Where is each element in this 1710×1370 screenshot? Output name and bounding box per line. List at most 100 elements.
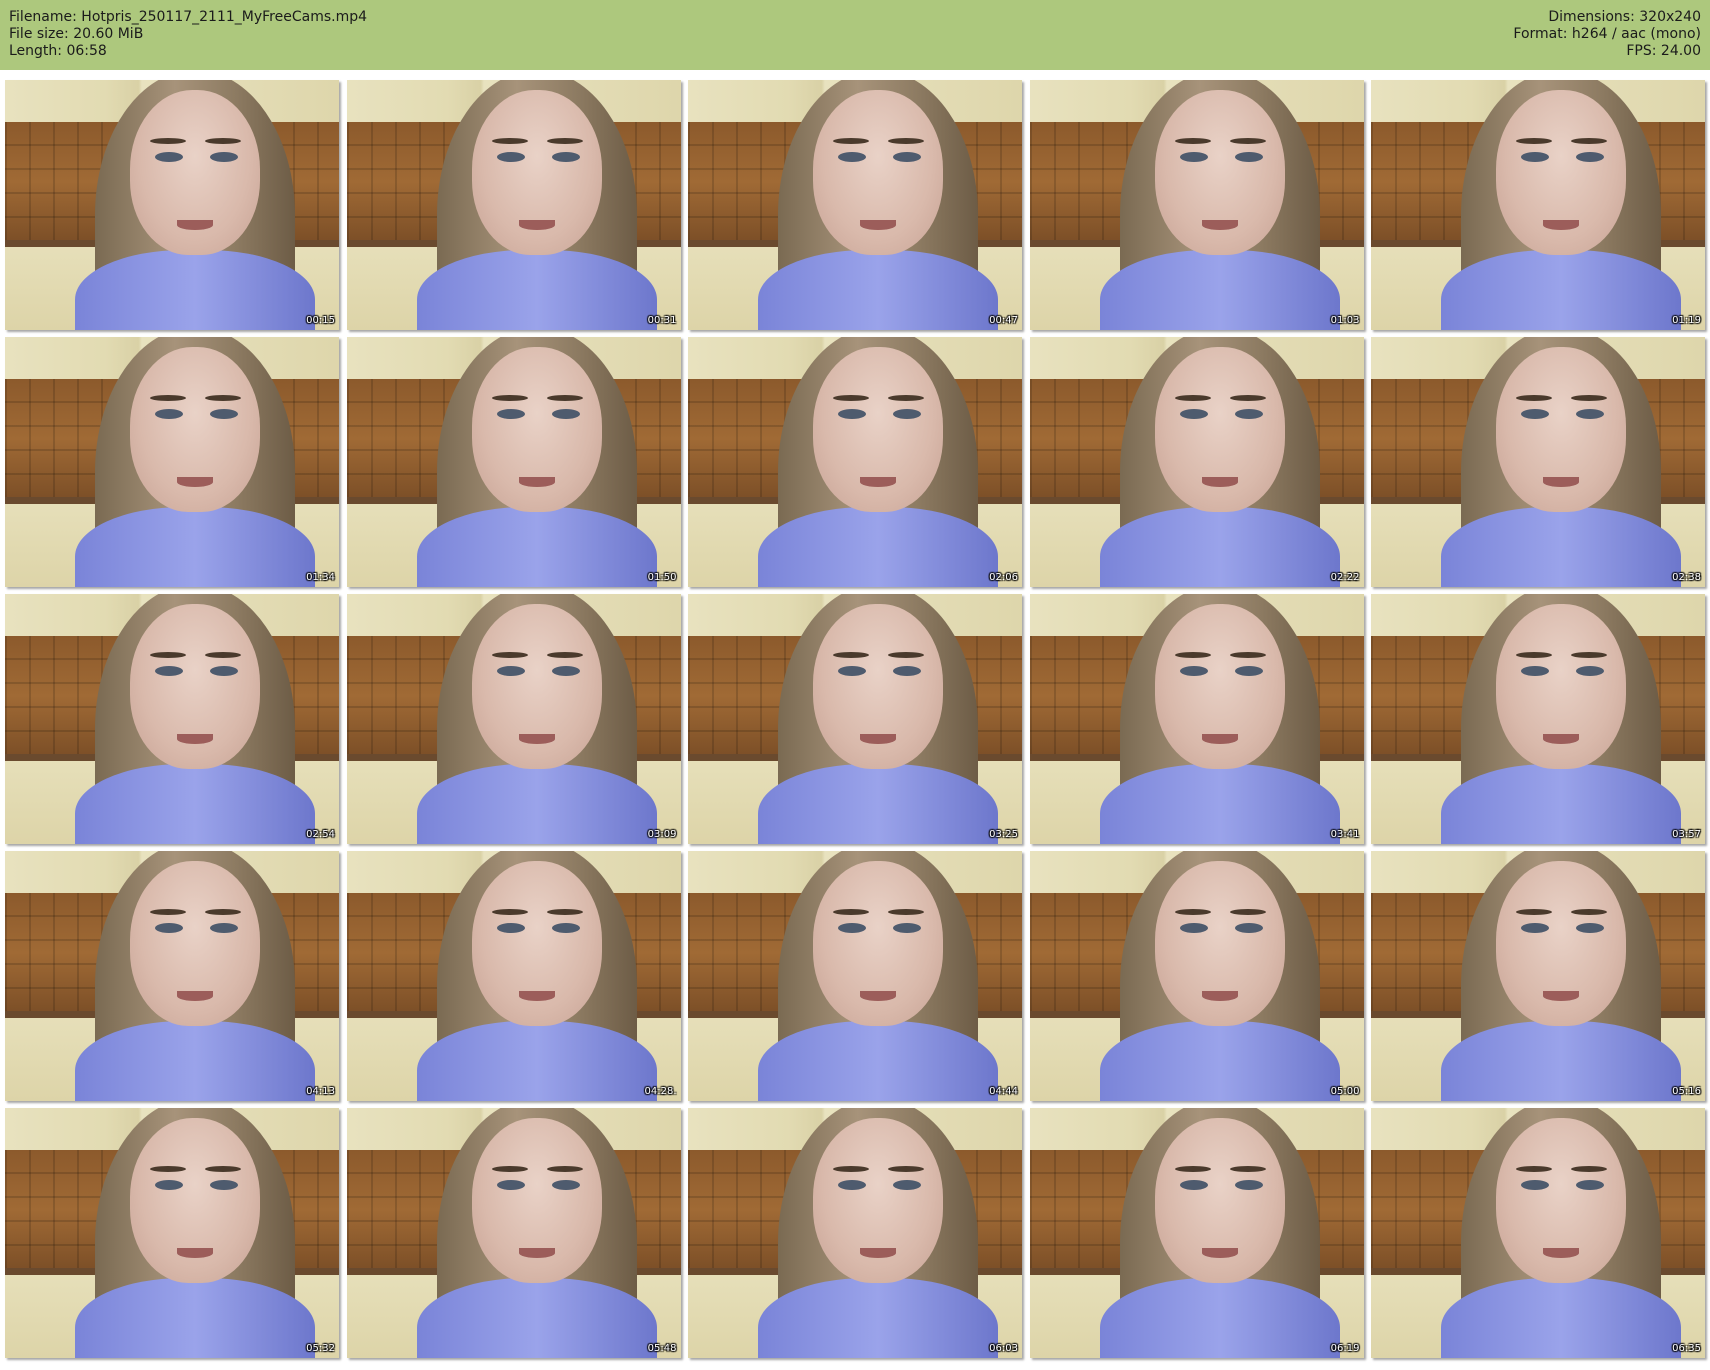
thumbnail-brow-right — [1571, 395, 1607, 401]
thumbnail-eye-left — [1179, 152, 1208, 162]
thumbnail-eye-right — [1576, 666, 1604, 676]
thumbnail-person-face — [471, 604, 602, 769]
thumbnail-eye-right — [551, 409, 580, 419]
thumbnail-person-face — [471, 861, 602, 1026]
video-thumbnail: 06:03 — [688, 1108, 1022, 1358]
thumbnail-eye-right — [551, 152, 580, 162]
thumbnail-timestamp: 05:48 — [647, 1343, 677, 1354]
thumbnail-eye-right — [893, 152, 921, 162]
thumbnail-timestamp: 00:47 — [989, 315, 1018, 326]
thumbnail-eye-right — [1234, 409, 1263, 419]
thumbnail-person-face — [1154, 90, 1285, 255]
thumbnail-eye-left — [155, 923, 183, 933]
video-thumbnail: 03:09 — [346, 594, 681, 844]
thumbnail-brow-left — [150, 138, 186, 144]
thumbnail-eye-left — [496, 923, 525, 933]
thumbnail-brow-left — [1516, 1166, 1552, 1172]
thumbnail-person-shirt — [1099, 250, 1340, 330]
thumbnail-person-shirt — [75, 507, 315, 587]
thumbnail-timestamp: 01:50 — [647, 572, 677, 583]
video-thumbnail: 03:25 — [688, 594, 1022, 844]
thumbnail-brow-left — [833, 395, 869, 401]
thumbnail-timestamp: 05:00 — [1330, 1086, 1360, 1097]
thumbnail-brow-left — [1516, 395, 1552, 401]
thumbnail-brow-left — [1516, 138, 1552, 144]
video-thumbnail: 01:34 — [5, 337, 339, 587]
thumbnail-eye-left — [838, 152, 866, 162]
thumbnail-person-shirt — [75, 764, 315, 844]
thumbnail-person-face — [1496, 604, 1626, 769]
video-thumbnail: 03:57 — [1371, 594, 1705, 844]
thumbnail-grid: 00:15 00:31 00:47 01:03 01:19 01:34 01:50 02:06… — [5, 80, 1705, 1365]
thumbnail-eye-left — [838, 1180, 866, 1190]
thumbnail-timestamp: 03:25 — [989, 829, 1018, 840]
video-thumbnail: 05:16 — [1371, 851, 1705, 1101]
video-thumbnail: 01:19 — [1371, 80, 1705, 330]
thumbnail-mouth — [860, 220, 896, 230]
thumbnail-brow-right — [888, 1166, 924, 1172]
thumbnail-brow-right — [546, 909, 583, 915]
thumbnail-brow-right — [1571, 138, 1607, 144]
thumbnail-brow-left — [1174, 1166, 1211, 1172]
thumbnail-person-shirt — [416, 250, 657, 330]
thumbnail-person-face — [130, 1118, 260, 1283]
thumbnail-mouth — [177, 220, 213, 230]
thumbnail-mouth — [518, 220, 555, 230]
thumbnail-person-face — [130, 861, 260, 1026]
thumbnail-brow-left — [833, 909, 869, 915]
video-thumbnail: 00:15 — [5, 80, 339, 330]
thumbnail-eye-right — [893, 923, 921, 933]
thumbnail-person-shirt — [1441, 507, 1681, 587]
thumbnail-person-face — [1496, 347, 1626, 512]
file-meta-right: Dimensions: 320x240 Format: h264 / aac (… — [1513, 9, 1701, 60]
thumbnail-mouth — [518, 1248, 555, 1258]
thumbnail-eye-right — [893, 1180, 921, 1190]
thumbnail-eye-left — [1521, 1180, 1549, 1190]
thumbnail-eye-left — [1179, 666, 1208, 676]
thumbnail-person-shirt — [416, 1278, 657, 1358]
dimensions-text: Dimensions: 320x240 — [1548, 9, 1701, 25]
thumbnail-brow-left — [491, 909, 528, 915]
thumbnail-person-shirt — [758, 1278, 998, 1358]
thumbnail-mouth — [518, 734, 555, 744]
file-meta-left: Filename: Hotpris_250117_2111_MyFreeCams… — [9, 9, 367, 60]
thumbnail-eye-right — [1576, 152, 1604, 162]
thumbnail-mouth — [860, 1248, 896, 1258]
thumbnail-eye-left — [1179, 923, 1208, 933]
thumbnail-timestamp: 01:19 — [1672, 315, 1701, 326]
thumbnail-mouth — [177, 734, 213, 744]
thumbnail-eye-right — [1234, 152, 1263, 162]
video-thumbnail: 04:13 — [5, 851, 339, 1101]
thumbnail-eye-left — [155, 666, 183, 676]
thumbnail-person-shirt — [758, 507, 998, 587]
thumbnail-person-face — [813, 861, 943, 1026]
thumbnail-eye-right — [1576, 923, 1604, 933]
video-thumbnail: 05:48 — [346, 1108, 681, 1358]
thumbnail-person-face — [813, 604, 943, 769]
thumbnail-eye-right — [893, 666, 921, 676]
thumbnail-brow-right — [1229, 395, 1266, 401]
thumbnail-eye-left — [155, 1180, 183, 1190]
thumbnail-eye-left — [496, 1180, 525, 1190]
thumbnail-eye-right — [1234, 923, 1263, 933]
video-thumbnail: 05:32 — [5, 1108, 339, 1358]
info-header: Filename: Hotpris_250117_2111_MyFreeCams… — [0, 0, 1710, 70]
thumbnail-brow-right — [1229, 138, 1266, 144]
thumbnail-brow-right — [1571, 652, 1607, 658]
thumbnail-brow-left — [491, 1166, 528, 1172]
thumbnail-brow-left — [491, 395, 528, 401]
thumbnail-brow-left — [1174, 395, 1211, 401]
thumbnail-person-face — [130, 604, 260, 769]
thumbnail-person-shirt — [416, 507, 657, 587]
thumbnail-timestamp: 06:19 — [1330, 1343, 1360, 1354]
thumbnail-eye-right — [893, 409, 921, 419]
video-thumbnail: 01:50 — [346, 337, 681, 587]
video-thumbnail: 02:06 — [688, 337, 1022, 587]
format-text: Format: h264 / aac (mono) — [1513, 26, 1701, 42]
thumbnail-mouth — [177, 991, 213, 1001]
video-thumbnail: 04:44 — [688, 851, 1022, 1101]
thumbnail-eye-left — [1521, 923, 1549, 933]
thumbnail-timestamp: 02:22 — [1330, 572, 1360, 583]
thumbnail-person-shirt — [1099, 507, 1340, 587]
thumbnail-mouth — [1543, 477, 1579, 487]
